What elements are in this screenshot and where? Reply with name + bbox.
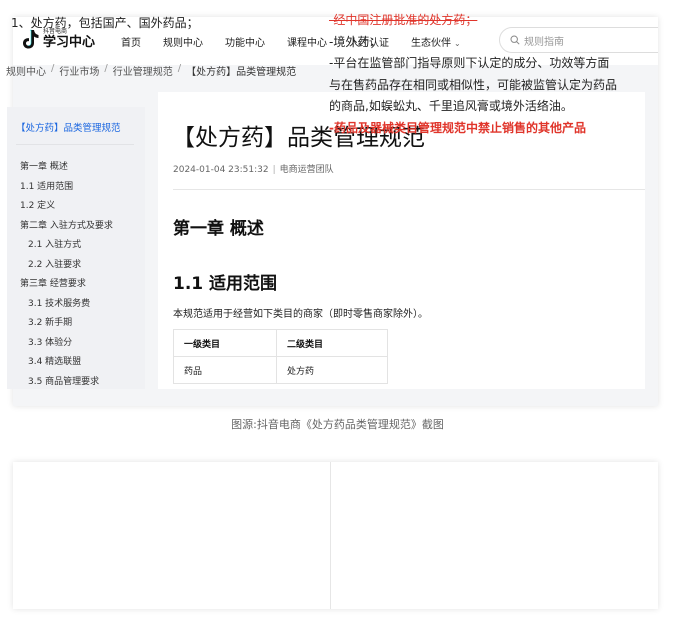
breadcrumb: 规则中心 / 行业市场 / 行业管理规范 / 【处方药】品类管理规范 [6, 63, 296, 78]
image-caption: 图源:抖音电商《处方药品类管理规范》截图 [231, 418, 444, 431]
nav-item-courses[interactable]: 课程中心 [287, 34, 327, 49]
breadcrumb-item-industry-market[interactable]: 行业市场 [59, 63, 99, 78]
emphasis-rule-text: -药品及器械类目管理规范中禁止销售的其他产品 [329, 120, 586, 135]
column-divider [330, 462, 331, 609]
toc-item[interactable]: 第三章 经营要求 [20, 275, 113, 295]
toc-divider [16, 144, 134, 145]
rule-line: 与在售药品存在相同或相似性，可能被监管认定为药品 [329, 77, 618, 92]
logo-title: 学习中心 [43, 35, 96, 50]
article-meta: 2024-01-04 23:51:32 | 电商运营团队 [173, 162, 334, 175]
nav-item-home[interactable]: 首页 [121, 34, 141, 49]
table-header-cell: 二级类目 [276, 329, 388, 357]
comparison-table [13, 462, 658, 609]
table-header-cell: 一级类目 [173, 329, 277, 357]
table-cell: 药品 [173, 356, 277, 384]
toc-item[interactable]: 3.5 商品管理要求 [20, 373, 113, 393]
rule-line: 的商品,如蜈蚣丸、千里追风膏或境外活络油。 [329, 99, 573, 113]
table-row: 药品 处方药 [173, 356, 388, 384]
breadcrumb-separator: / [177, 63, 182, 74]
scope-paragraph: 本规范适用于经营如下类目的商家（即时零售商家除外）。 [173, 309, 428, 320]
toc-item[interactable]: 第一章 概述 [20, 158, 113, 178]
toc-item[interactable]: 3.1 技术服务费 [20, 295, 113, 315]
douyin-logo-icon [21, 28, 39, 50]
table-cell: 处方药 [276, 356, 388, 384]
struck-rule-text: -经中国注册批准的处方药； [329, 13, 478, 27]
comparison-left-cell: 1、处方药，包括国产、国外药品； [11, 16, 199, 30]
toc-item[interactable]: 3.3 体验分 [20, 334, 113, 354]
toc-item[interactable]: 3.2 新手期 [20, 314, 113, 334]
toc-list: 第一章 概述 1.1 适用范围 1.2 定义 第二章 入驻方式及要求 2.1 入… [20, 158, 113, 392]
breadcrumb-item-current: 【处方药】品类管理规范 [186, 67, 297, 78]
nav-item-features[interactable]: 功能中心 [225, 34, 265, 49]
site-logo[interactable]: 抖音电商 学习中心 [21, 28, 95, 50]
toc-title[interactable]: 【处方药】品类管理规范 [16, 120, 121, 134]
table-header-row: 一级类目 二级类目 [173, 329, 388, 357]
title-divider [173, 189, 645, 190]
meta-separator: | [272, 165, 276, 175]
toc-item[interactable]: 2.1 入驻方式 [20, 236, 113, 256]
nav-item-rules[interactable]: 规则中心 [163, 34, 203, 49]
category-table: 一级类目 二级类目 药品 处方药 [173, 329, 388, 384]
toc-item[interactable]: 2.2 入驻要求 [20, 256, 113, 276]
toc-item[interactable]: 1.2 定义 [20, 197, 113, 217]
rule-line: -平台在监管部门指导原则下认定的成分、功效等方面 [329, 56, 610, 70]
rule-line: -境外药； [329, 34, 382, 49]
comparison-right-cell: -经中国注册批准的处方药； -境外药； -平台在监管部门指导原则下认定的成分、功… [329, 10, 617, 139]
toc-item[interactable]: 3.4 精选联盟 [20, 353, 113, 373]
toc-item[interactable]: 第二章 入驻方式及要求 [20, 217, 113, 237]
toc-item[interactable]: 1.1 适用范围 [20, 178, 113, 198]
breadcrumb-item-rules-center[interactable]: 规则中心 [6, 63, 46, 78]
breadcrumb-separator: / [51, 63, 55, 74]
breadcrumb-separator: / [104, 63, 108, 74]
section-heading: 1.1 适用范围 [173, 274, 278, 294]
publish-date: 2024-01-04 23:51:32 [173, 165, 269, 175]
article-author: 电商运营团队 [279, 165, 334, 175]
chapter-heading: 第一章 概述 [173, 219, 264, 239]
breadcrumb-item-industry-rules[interactable]: 行业管理规范 [113, 63, 173, 78]
